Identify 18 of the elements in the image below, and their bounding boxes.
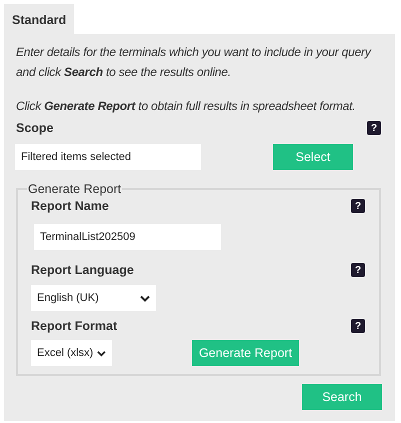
tab[interactable]: Standard bbox=[4, 4, 74, 34]
help-icon[interactable]: ? bbox=[351, 319, 365, 333]
help-icon[interactable]: ? bbox=[367, 121, 381, 135]
instruction-text: Click Generate Report to obtain full results in spreadsheet format. bbox=[16, 98, 356, 115]
language-select[interactable]: English (UK) bbox=[31, 285, 156, 311]
group-legend: Generate Report bbox=[27, 182, 122, 196]
instruction-text: Enter details for the terminals which you want to include in your query and click Search to see the results online. bbox=[16, 44, 372, 81]
chevron-icon bbox=[140, 294, 150, 302]
field-label: Scope bbox=[16, 121, 54, 135]
chevron-icon bbox=[97, 350, 106, 356]
report-name-field[interactable]: TerminalList202509 bbox=[34, 224, 221, 250]
help-icon[interactable]: ? bbox=[351, 263, 365, 277]
field-label: Report Name bbox=[31, 199, 109, 213]
help-icon[interactable]: ? bbox=[351, 199, 365, 213]
format-select[interactable]: Excel (xlsx) bbox=[31, 340, 112, 366]
scope-field[interactable]: Filtered items selected bbox=[15, 144, 201, 170]
field-label: Report Format bbox=[31, 319, 118, 333]
field-label: Report Language bbox=[31, 263, 134, 277]
